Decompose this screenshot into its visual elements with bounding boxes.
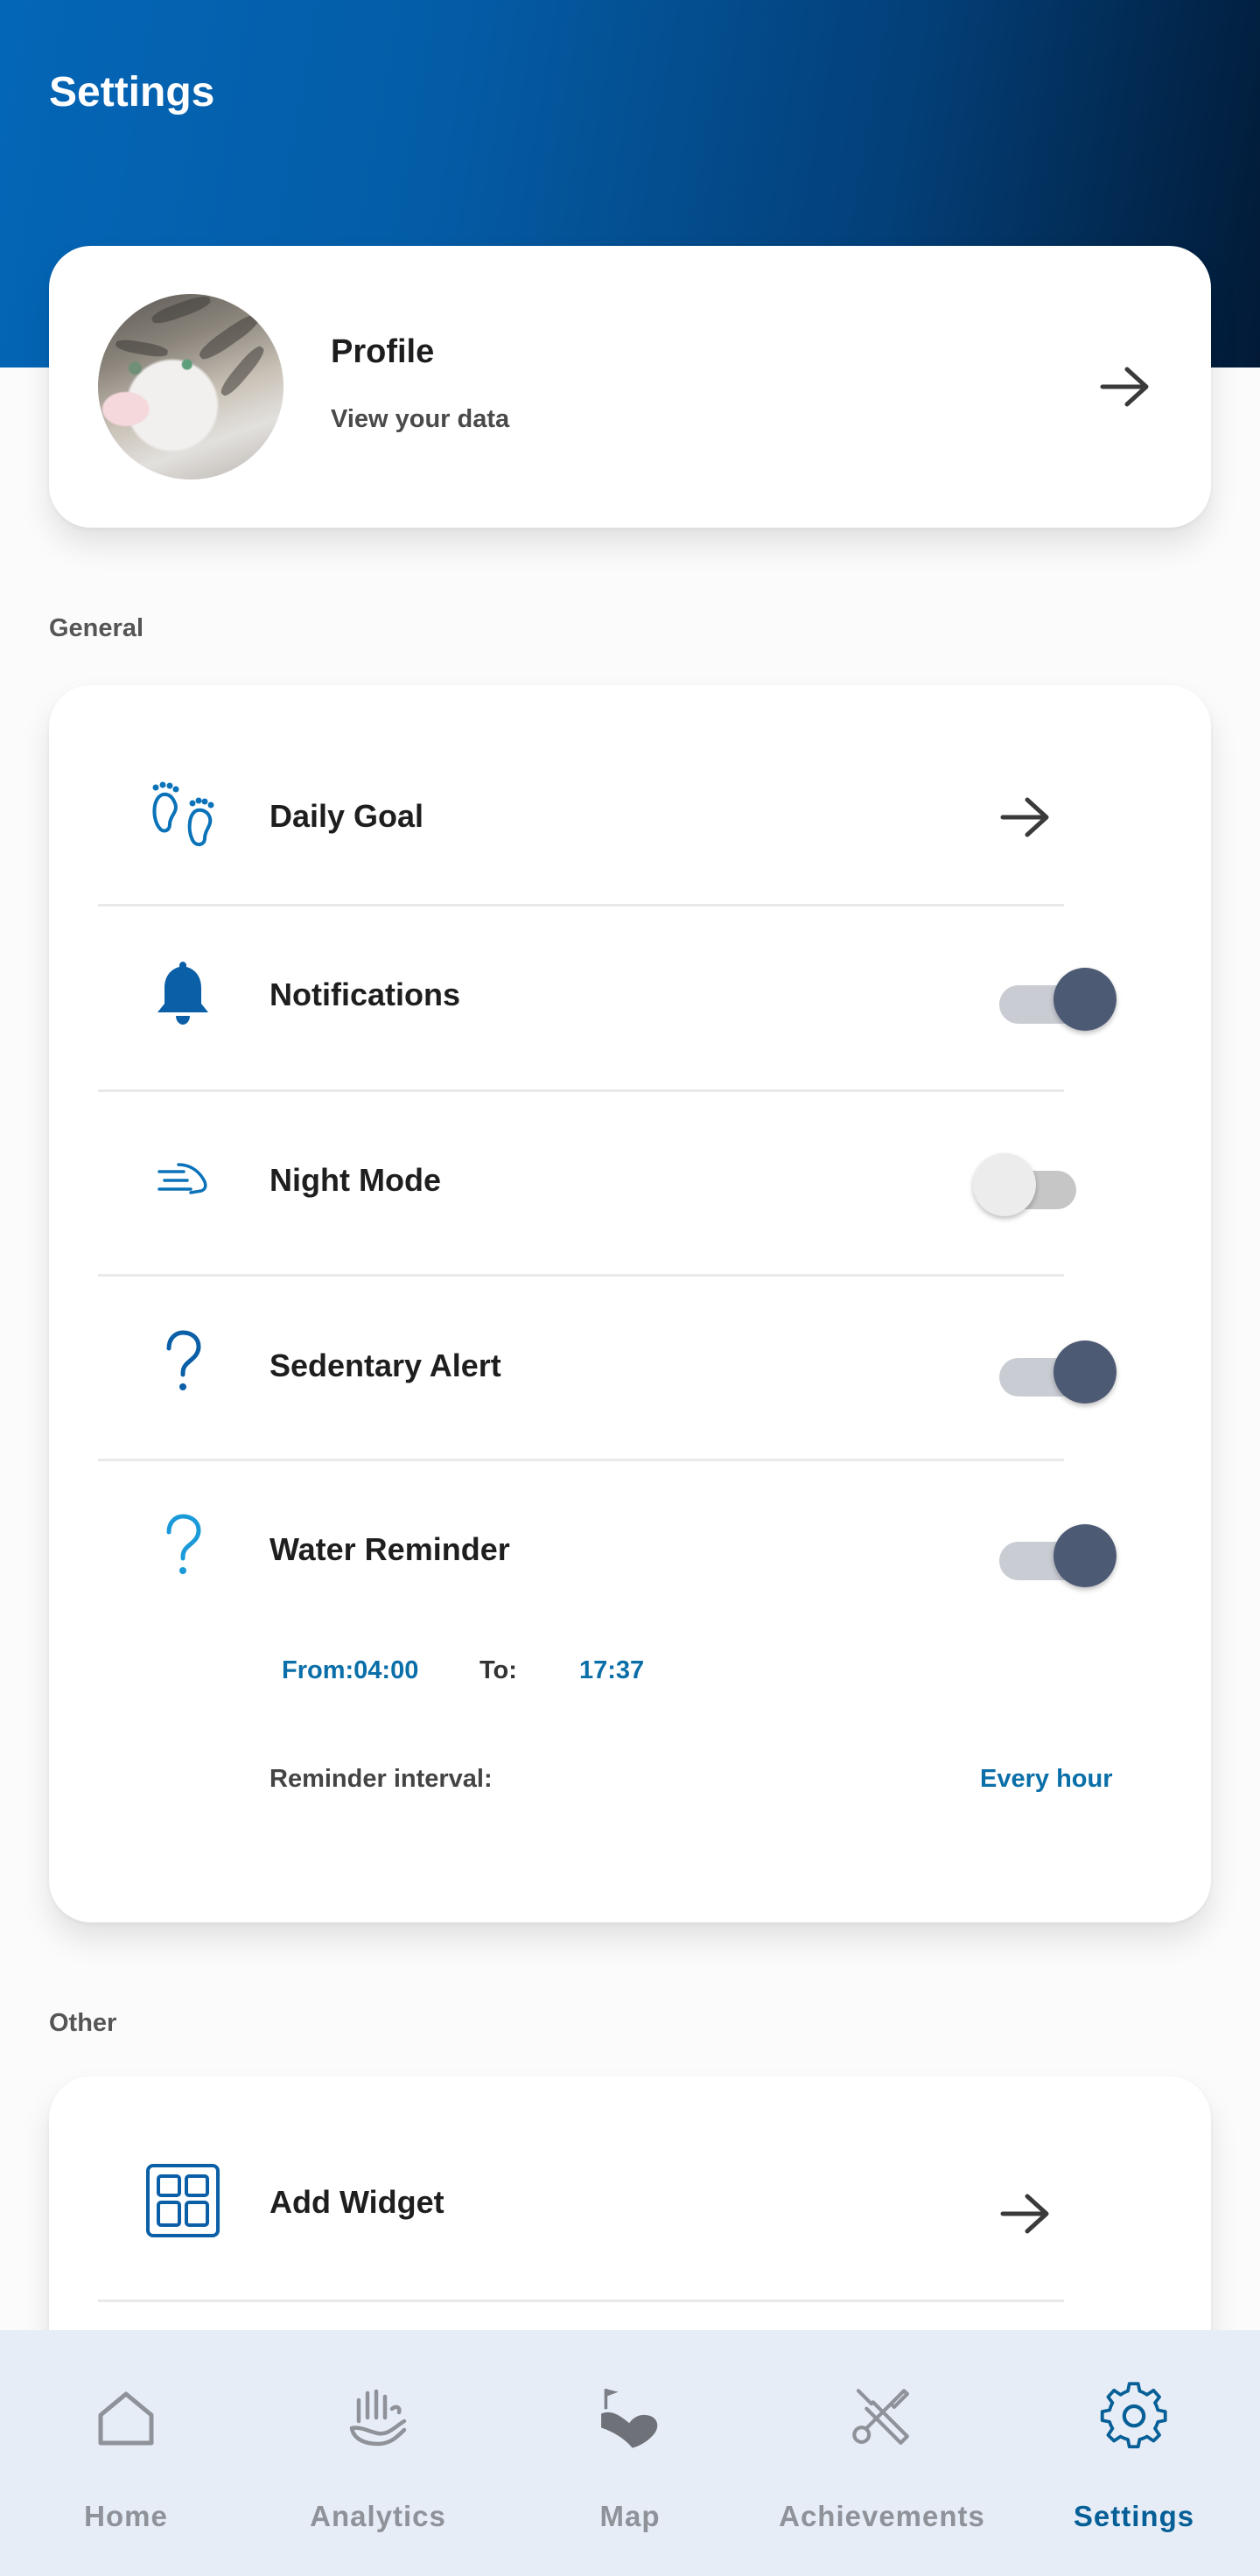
bell-icon	[144, 954, 222, 1032]
daily-goal-label: Daily Goal	[270, 798, 424, 834]
night-mode-row: Night Mode	[98, 1138, 1076, 1242]
divider	[98, 1089, 1064, 1092]
arrow-right-icon[interactable]	[999, 796, 1052, 838]
bottom-navigation: Home Analytics Map Achievements Settings	[0, 2330, 1260, 2576]
sedentary-alert-row: Sedentary Alert	[98, 1323, 1116, 1428]
nav-analytics[interactable]: Analytics	[252, 2330, 504, 2576]
to-label: To:	[480, 1656, 517, 1684]
notifications-toggle[interactable]	[999, 968, 1116, 1031]
from-time[interactable]: From:04:00	[282, 1656, 418, 1685]
to-time[interactable]: 17:37	[579, 1656, 644, 1685]
divider	[98, 1459, 1064, 1461]
profile-card[interactable]: Profile View your data	[49, 246, 1211, 528]
avatar	[98, 294, 284, 480]
tools-icon	[847, 2383, 917, 2453]
profile-subtitle: View your data	[331, 405, 510, 433]
sedentary-alert-label: Sedentary Alert	[270, 1348, 501, 1383]
profile-title: Profile	[331, 333, 435, 370]
night-mode-toggle[interactable]	[973, 1153, 1085, 1216]
footprints-icon	[144, 777, 222, 856]
hand-icon	[343, 2383, 413, 2453]
nav-analytics-label: Analytics	[310, 2500, 446, 2532]
wind-icon	[144, 1139, 222, 1218]
nav-achievements-label: Achievements	[779, 2500, 985, 2532]
nav-settings-label: Settings	[1073, 2500, 1195, 2532]
water-reminder-row: Water Reminder	[98, 1507, 1116, 1612]
map-icon	[595, 2383, 665, 2453]
nav-home[interactable]: Home	[0, 2330, 252, 2576]
nav-map[interactable]: Map	[504, 2330, 756, 2576]
divider	[98, 2300, 1064, 2302]
night-mode-label: Night Mode	[270, 1162, 441, 1198]
notifications-row: Notifications	[98, 954, 1116, 1059]
sedentary-alert-toggle[interactable]	[999, 1340, 1116, 1404]
home-icon	[91, 2383, 161, 2453]
gear-icon	[1099, 2382, 1169, 2453]
divider	[98, 1274, 1064, 1277]
add-widget-row[interactable]: Add Widget	[98, 2161, 1064, 2266]
divider	[98, 904, 1064, 906]
section-label-other: Other	[49, 2009, 117, 2037]
nav-settings[interactable]: Settings	[1008, 2330, 1260, 2576]
widget-grid-icon	[144, 2161, 222, 2240]
daily-goal-row[interactable]: Daily Goal	[98, 770, 1064, 901]
arrow-right-icon[interactable]	[1099, 366, 1152, 408]
reminder-interval-value[interactable]: Every hour	[980, 1765, 1113, 1794]
arrow-right-icon[interactable]	[999, 2193, 1052, 2235]
nav-map-label: Map	[599, 2500, 661, 2532]
add-widget-label: Add Widget	[270, 2184, 444, 2220]
question-icon	[144, 1323, 222, 1402]
nav-home-label: Home	[84, 2500, 168, 2532]
question-icon	[144, 1507, 222, 1586]
notifications-label: Notifications	[270, 976, 461, 1012]
reminder-interval-label: Reminder interval:	[270, 1765, 493, 1793]
nav-achievements[interactable]: Achievements	[756, 2330, 1008, 2576]
page-title: Settings	[49, 69, 215, 116]
water-reminder-label: Water Reminder	[270, 1531, 510, 1567]
water-reminder-toggle[interactable]	[999, 1524, 1116, 1587]
section-label-general: General	[49, 614, 144, 642]
